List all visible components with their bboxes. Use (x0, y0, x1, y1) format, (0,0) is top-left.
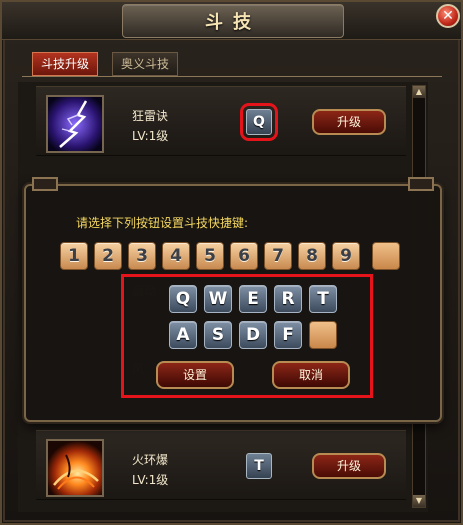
hotkey-prompt: 请选择下列按钮设置斗技快捷键: (76, 216, 249, 230)
skill-name: 狂雷诀 (132, 109, 169, 123)
tab-divider (22, 76, 442, 77)
title-bar[interactable]: 斗技 ✕ (2, 2, 461, 40)
scroll-up-icon[interactable]: ▲ (413, 86, 425, 98)
lightning-skill-icon[interactable] (46, 95, 104, 153)
key-3[interactable]: 3 (128, 242, 156, 270)
skill-window: 斗技 ✕ 斗技升级 奥义斗技 ▲ ▼ 狂雷诀 LV:1级 Q 升级 火环爆 LV… (0, 0, 463, 525)
key-r[interactable]: R (274, 285, 302, 313)
cancel-button[interactable]: 取消 (272, 361, 350, 389)
hotkey-dialog: 请选择下列按钮设置斗技快捷键: 1 2 3 4 5 6 7 8 9 Q W E … (24, 177, 442, 422)
key-6[interactable]: 6 (230, 242, 258, 270)
key-d[interactable]: D (239, 321, 267, 349)
key-f[interactable]: F (274, 321, 302, 349)
key-e[interactable]: E (239, 285, 267, 313)
dialog-corner-ornament (32, 177, 58, 191)
key-q[interactable]: Q (169, 285, 197, 313)
upgrade-button[interactable]: 升级 (312, 453, 386, 479)
key-5[interactable]: 5 (196, 242, 224, 270)
skill-name: 火环爆 (132, 453, 169, 467)
tab-label: 奥义斗技 (121, 57, 170, 71)
tab-label: 斗技升级 (41, 57, 90, 71)
set-button[interactable]: 设置 (156, 361, 234, 389)
key-1[interactable]: 1 (60, 242, 88, 270)
upgrade-button[interactable]: 升级 (312, 109, 386, 135)
skill-row: 火环爆 LV:1级 T 升级 (36, 430, 406, 500)
key-2[interactable]: 2 (94, 242, 122, 270)
key-4[interactable]: 4 (162, 242, 190, 270)
close-icon[interactable]: ✕ (436, 4, 460, 28)
dialog-corner-ornament (408, 177, 434, 191)
skill-row: 狂雷诀 LV:1级 Q 升级 (36, 86, 406, 156)
tab-ultimate-skills[interactable]: 奥义斗技 (112, 52, 179, 76)
key-s[interactable]: S (204, 321, 232, 349)
window-title: 斗技 (205, 12, 261, 33)
key-8[interactable]: 8 (298, 242, 326, 270)
key-empty[interactable] (309, 321, 337, 349)
key-empty[interactable] (372, 242, 400, 270)
key-w[interactable]: W (204, 285, 232, 313)
skill-level: LV:1级 (132, 473, 169, 487)
hotkey-slot[interactable]: Q (240, 103, 278, 141)
letter-keys-highlight: Q W E R T A S D F 设置 取消 (121, 274, 373, 398)
key-9[interactable]: 9 (332, 242, 360, 270)
skill-level: LV:1级 (132, 129, 169, 143)
key-t[interactable]: T (309, 285, 337, 313)
title-plate: 斗技 (122, 4, 344, 38)
key-7[interactable]: 7 (264, 242, 292, 270)
hotkey-slot[interactable]: T (246, 453, 272, 479)
scroll-down-icon[interactable]: ▼ (413, 495, 425, 507)
fire-ring-skill-icon[interactable] (46, 439, 104, 497)
key-a[interactable]: A (169, 321, 197, 349)
tab-skill-upgrade[interactable]: 斗技升级 (32, 52, 99, 76)
